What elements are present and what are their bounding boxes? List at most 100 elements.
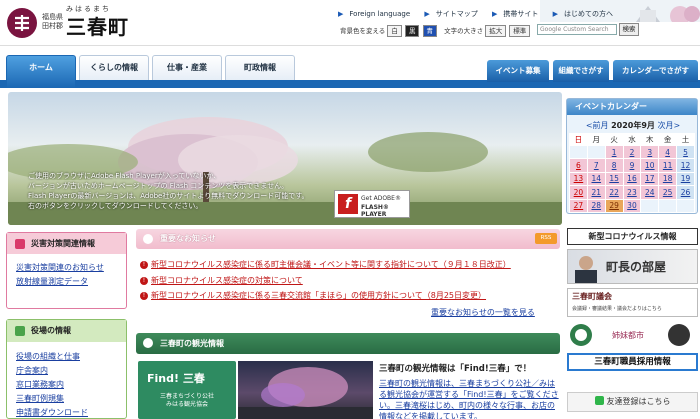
calendar-weekday: 木: [640, 133, 660, 146]
line-icon: [594, 396, 604, 405]
calendar-day[interactable]: 20: [569, 185, 588, 200]
calendar-empty: [586, 144, 606, 160]
town-emblem-icon[interactable]: [7, 8, 37, 38]
calendar-day[interactable]: 21: [586, 185, 606, 200]
calendar-day[interactable]: 25: [658, 185, 678, 200]
tab-search-by-calendar[interactable]: カレンダーでさがす: [613, 60, 698, 82]
calendar-day[interactable]: 28: [586, 198, 606, 213]
foreign-language-link[interactable]: ▶ Foreign language: [338, 10, 416, 18]
tab-event-recruit[interactable]: イベント募集: [487, 60, 549, 82]
font-standard-button[interactable]: 標準: [509, 25, 531, 37]
town-council-banner[interactable]: 三春町議会 会議録・審議結果・議会だよりはこちら: [567, 288, 698, 317]
calendar-day[interactable]: 30: [622, 198, 642, 213]
rss-icon[interactable]: RSS: [535, 233, 557, 244]
sitemap-link[interactable]: ▶ サイトマップ: [424, 10, 483, 18]
calendar-day[interactable]: 6: [569, 158, 588, 173]
bg-white-button[interactable]: 白: [387, 25, 402, 37]
town-name[interactable]: 三春町: [66, 11, 129, 40]
calendar-day[interactable]: 2: [622, 144, 642, 160]
tab-work-industry[interactable]: 仕事・産業: [152, 55, 222, 80]
calendar-nav: <前月 2020年9月 次月>: [570, 120, 696, 131]
search-input[interactable]: Google Custom Search: [537, 24, 617, 35]
calendar-day[interactable]: 24: [640, 185, 660, 200]
office-link-forms[interactable]: 申請書ダウンロード: [16, 406, 122, 419]
mayor-room-title: 町長の部屋: [606, 260, 667, 274]
calendar-day[interactable]: 5: [676, 144, 695, 160]
calendar-day[interactable]: 9: [622, 158, 642, 173]
page: 福島県 田村郡 みはるまち 三春町 ▶ Foreign language ▶ サイト…: [0, 0, 700, 419]
flash-notice-line: Flash Playerの最新バージョンは、Adobe社のサイトより無料でダウン…: [28, 192, 309, 200]
tab-living-info[interactable]: くらしの情報: [79, 55, 149, 80]
calendar-day[interactable]: 18: [658, 171, 678, 187]
calendar-weekday: 日: [569, 133, 588, 146]
font-enlarge-button[interactable]: 拡大: [485, 25, 507, 37]
calendar-day[interactable]: 19: [676, 171, 695, 187]
tab-search-by-org[interactable]: 組織でさがす: [553, 60, 609, 82]
calendar-day[interactable]: 29: [604, 198, 624, 213]
calendar-title: イベントカレンダー: [567, 99, 697, 115]
get-flash-player-button[interactable]: f Get ADOBE® FLASH® PLAYER: [334, 190, 410, 218]
news-heading: 重要なお知らせ: [136, 229, 560, 249]
calendar-empty: [676, 198, 695, 213]
prefecture-label: 福島県 田村郡: [42, 13, 63, 31]
sister-city-banner[interactable]: 姉妹都市: [567, 320, 698, 350]
staff-recruitment-banner[interactable]: 三春町職員採用情報: [567, 353, 698, 371]
sister-city-label: 姉妹都市: [612, 330, 644, 340]
radiation-data-link[interactable]: 放射線量測定データ: [16, 276, 122, 287]
news-item[interactable]: ! 新型コロナウイルス感染症に係る町主催会議・イベント等に関する指針について（９月…: [140, 259, 511, 270]
calendar-day[interactable]: 11: [658, 158, 678, 173]
tourism-body-link[interactable]: 三春町の観光情報は、三春まちづくり公社／みはる観光協会が運営する「Find!三春…: [379, 378, 561, 419]
calendar-day[interactable]: 1: [604, 144, 624, 160]
tab-home[interactable]: ホーム: [6, 55, 76, 88]
bg-blue-button[interactable]: 青: [422, 25, 438, 37]
disaster-notice-link[interactable]: 災害対策関連のお知らせ: [16, 262, 122, 273]
flash-badge-bottom: FLASH® PLAYER: [361, 204, 389, 218]
tab-town-government[interactable]: 町政情報: [225, 55, 295, 80]
bg-black-button[interactable]: 黒: [404, 25, 420, 37]
tourism-headline: 三春町の観光情報は「Find!三春」で！: [379, 364, 532, 374]
calendar-day[interactable]: 22: [604, 185, 624, 200]
calendar-day[interactable]: 14: [586, 171, 606, 187]
prefecture-name: 福島県: [42, 13, 63, 21]
mayor-room-banner[interactable]: 町長の部屋: [567, 249, 698, 284]
calendar-day[interactable]: 16: [622, 171, 642, 187]
header-divider: [0, 45, 700, 46]
search-button[interactable]: 検索: [619, 23, 639, 36]
calendar-day[interactable]: 3: [640, 144, 660, 160]
covid-info-banner[interactable]: 新型コロナウイルス情報: [567, 228, 698, 245]
calendar-day[interactable]: 27: [569, 198, 588, 213]
news-item[interactable]: ! 新型コロナウイルス感染症の対策について: [140, 275, 303, 286]
calendar-day[interactable]: 7: [586, 158, 606, 173]
news-item[interactable]: ! 新型コロナウイルス感染症に係る三春交流館「まほら」の使用方針について（8月25…: [140, 290, 486, 301]
calendar-day[interactable]: 10: [640, 158, 660, 173]
flash-badge-top: Get ADOBE®: [361, 195, 401, 202]
calendar-day[interactable]: 15: [604, 171, 624, 187]
flower-icon: [143, 234, 153, 244]
first-visitors-link[interactable]: ▶ はじめての方へ: [553, 10, 619, 18]
calendar-grid: 日月火水木金土 1 2 3 4 5 6 7 8 9 10 11 12 13 14 15 16 17 18 19 20 21…: [569, 133, 695, 213]
flower-icon: [15, 239, 25, 249]
council-title: 三春町議会: [572, 292, 612, 301]
calendar-day[interactable]: 26: [676, 185, 695, 200]
find-miharu-title: Find! 三春: [147, 372, 205, 385]
calendar-day[interactable]: 12: [676, 158, 695, 173]
office-link-bylaws[interactable]: 三春町例規集: [16, 392, 122, 406]
calendar-day[interactable]: 23: [622, 185, 642, 200]
find-miharu-sub: 三春まちづくり公社 みはる観光協会: [159, 393, 214, 408]
office-link-counter[interactable]: 窓口業務案内: [16, 378, 122, 392]
calendar-day[interactable]: 4: [658, 144, 678, 160]
calendar-empty: [640, 198, 660, 213]
news-more-link[interactable]: 重要なお知らせの一覧を見る: [431, 307, 535, 318]
mobile-site-link[interactable]: ▶ 携帯サイト: [492, 10, 544, 18]
tourism-heading: 三春町の観光情報: [136, 333, 560, 354]
prev-month-link[interactable]: <前月: [586, 121, 609, 130]
calendar-day[interactable]: 17: [640, 171, 660, 187]
add-friend-banner[interactable]: 友達登録はこちら: [567, 392, 698, 412]
next-month-link[interactable]: 次月>: [657, 121, 680, 130]
flash-notice: ご使用のブラウザにAdobe Flash Playerが入っていないか、 バージ…: [28, 171, 328, 211]
tourism-photo[interactable]: [238, 361, 373, 419]
calendar-day[interactable]: 13: [569, 171, 588, 187]
office-link-building[interactable]: 庁舎案内: [16, 364, 122, 378]
calendar-day[interactable]: 8: [604, 158, 624, 173]
office-link-organization[interactable]: 役場の組織と仕事: [16, 350, 122, 364]
